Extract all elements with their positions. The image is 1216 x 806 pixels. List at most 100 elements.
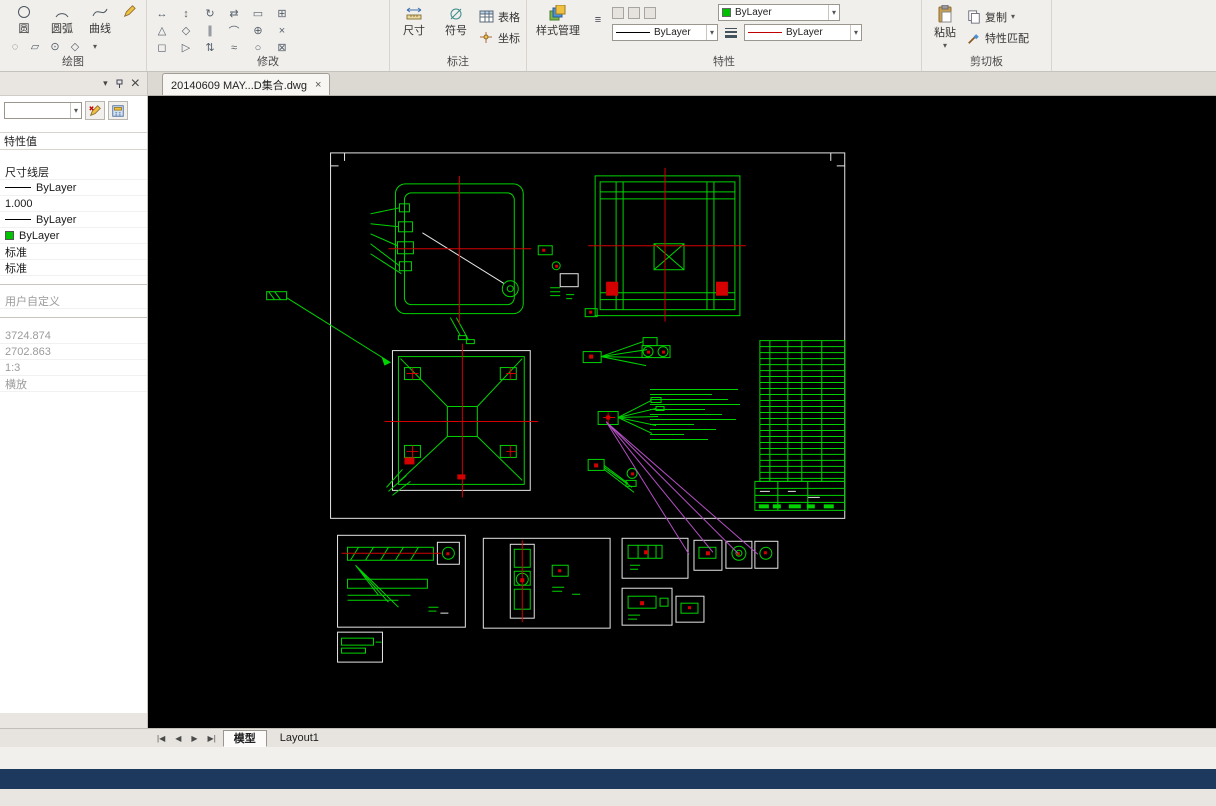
coordinate-label: 坐标 bbox=[498, 32, 520, 45]
modify-tool-icon: ∥ bbox=[207, 25, 213, 37]
property-row[interactable]: 用户自定义 bbox=[0, 293, 147, 309]
property-row[interactable]: ByLayer bbox=[0, 212, 147, 228]
coordinate-button[interactable]: 坐标 bbox=[479, 28, 520, 47]
property-value: 尺寸线层 bbox=[5, 166, 49, 179]
props-mini-icon[interactable] bbox=[644, 6, 656, 19]
property-row[interactable]: 标准 bbox=[0, 260, 147, 276]
modify-tool-button[interactable]: ↻ bbox=[200, 5, 220, 22]
modify-tool-button[interactable]: ↕ bbox=[176, 5, 196, 22]
draw-tool-icon: ⊙ bbox=[50, 41, 60, 53]
property-value: ByLayer bbox=[36, 213, 77, 226]
table-icon bbox=[479, 10, 494, 23]
chevron-down-icon[interactable]: ▾ bbox=[103, 78, 108, 89]
draw-tool-icon: ◌ bbox=[11, 40, 19, 53]
curve-button[interactable]: 曲线 bbox=[81, 2, 119, 36]
match-properties-icon bbox=[968, 33, 979, 44]
property-row[interactable]: 横放 bbox=[0, 376, 147, 392]
property-row[interactable]: 1.000 bbox=[0, 196, 147, 212]
palette-titlebar: ▾ × bbox=[0, 72, 147, 95]
arc-icon bbox=[55, 13, 69, 18]
modify-tool-button[interactable]: ◇ bbox=[176, 22, 196, 39]
calculator-icon bbox=[112, 104, 124, 117]
close-icon[interactable]: × bbox=[131, 75, 140, 93]
property-row[interactable]: 3724.874 bbox=[0, 328, 147, 344]
modify-tool-button[interactable]: ⌒ bbox=[224, 22, 244, 39]
quick-select-button[interactable] bbox=[85, 101, 105, 120]
last-tab-button[interactable]: ▶| bbox=[203, 734, 221, 743]
property-row[interactable]: 2702.863 bbox=[0, 344, 147, 360]
next-tab-button[interactable]: ▶ bbox=[186, 734, 202, 743]
style-manager-button[interactable]: 样式管理 bbox=[532, 2, 584, 38]
modify-tool-button[interactable]: ↔ bbox=[152, 5, 172, 22]
modify-panel-label: 修改 bbox=[257, 56, 279, 68]
modify-tool-icon: × bbox=[278, 24, 286, 37]
tab-layout1[interactable]: Layout1 bbox=[269, 730, 330, 747]
props-mini-icon[interactable] bbox=[612, 6, 624, 19]
pin-icon[interactable] bbox=[115, 79, 124, 89]
modify-tool-button[interactable]: × bbox=[272, 22, 292, 39]
copy-icon bbox=[968, 9, 980, 24]
color-swatch-icon bbox=[5, 231, 14, 240]
pencil-tool-button[interactable] bbox=[119, 2, 139, 19]
draw-tool-icon: ◇ bbox=[70, 41, 80, 53]
color-dropdown[interactable]: ByLayer ▾ bbox=[718, 4, 840, 21]
property-value: 3724.874 bbox=[5, 329, 51, 342]
coordinate-icon bbox=[480, 32, 492, 43]
property-row[interactable]: 尺寸线层 bbox=[0, 164, 147, 180]
circle-button[interactable]: 圆 bbox=[5, 2, 43, 36]
color-swatch-icon bbox=[722, 8, 731, 17]
props-mini-icon[interactable] bbox=[628, 6, 640, 19]
property-row[interactable]: ByLayer bbox=[0, 180, 147, 196]
document-tab[interactable]: 20140609 MAY...D集合.dwg × bbox=[162, 73, 331, 95]
property-value: 用户自定义 bbox=[5, 295, 60, 308]
circle-label: 圆 bbox=[18, 23, 30, 35]
arc-button[interactable]: 圆弧 bbox=[43, 2, 81, 36]
table-button[interactable]: 表格 bbox=[479, 7, 520, 26]
match-properties-button[interactable]: 特性匹配 bbox=[967, 28, 1029, 47]
symbol-label: 符号 bbox=[445, 25, 467, 37]
modify-tool-button[interactable]: ⊞ bbox=[272, 5, 292, 22]
property-value: 2702.863 bbox=[5, 345, 51, 358]
modify-tool-button[interactable]: ⊕ bbox=[248, 22, 268, 39]
modify-tool-button[interactable]: △ bbox=[152, 22, 172, 39]
styles-overflow-button[interactable]: ≡ bbox=[590, 12, 606, 28]
ribbon-panel-draw: 圆 圆弧 曲线 ◌ ▱ ⊙ ◇ ▾ 绘图 bbox=[0, 0, 147, 71]
paste-label: 粘贴 bbox=[934, 27, 956, 39]
linetype2-dropdown[interactable]: ByLayer ▾ bbox=[744, 24, 862, 41]
linetype-dropdown[interactable]: ByLayer ▾ bbox=[612, 24, 718, 41]
modify-tool-icon: ↔ bbox=[156, 7, 168, 20]
property-value: ByLayer bbox=[36, 181, 77, 194]
property-row[interactable]: ByLayer bbox=[0, 228, 147, 244]
command-bar[interactable] bbox=[0, 769, 1216, 789]
property-row[interactable]: 1:3 bbox=[0, 360, 147, 376]
table-label: 表格 bbox=[498, 11, 520, 24]
draw-panel-label: 绘图 bbox=[62, 56, 84, 68]
selection-dropdown[interactable]: ▾ bbox=[4, 102, 82, 119]
close-icon[interactable]: × bbox=[315, 79, 321, 91]
modify-tool-button[interactable]: ▭ bbox=[248, 5, 268, 22]
copy-button[interactable]: 复制 ▾ bbox=[967, 7, 1029, 26]
dimension-button[interactable]: 尺寸 bbox=[395, 2, 433, 47]
symbol-button[interactable]: 符号 bbox=[437, 2, 475, 47]
previous-tab-button[interactable]: ◀ bbox=[170, 734, 186, 743]
modify-tool-icon: ⌒ bbox=[228, 25, 240, 38]
calculator-button[interactable] bbox=[108, 101, 128, 120]
paste-button[interactable]: 粘贴 ▾ bbox=[927, 2, 963, 50]
lineweight-button[interactable] bbox=[722, 24, 740, 41]
tab-model[interactable]: 模型 bbox=[222, 729, 267, 747]
model-canvas[interactable] bbox=[148, 96, 1216, 728]
property-row[interactable]: 标准 bbox=[0, 244, 147, 260]
chevron-down-icon: ▾ bbox=[1011, 12, 1016, 21]
modify-tool-icon: ▭ bbox=[252, 8, 264, 20]
chevron-down-icon: ▾ bbox=[69, 103, 81, 118]
first-tab-button[interactable]: |◀ bbox=[152, 734, 170, 743]
symbol-icon bbox=[450, 8, 462, 20]
modify-tool-button[interactable]: ∥ bbox=[200, 22, 220, 39]
modify-tool-icon: ⊞ bbox=[277, 8, 287, 20]
document-tab-title: 20140609 MAY...D集合.dwg bbox=[171, 79, 307, 92]
chevron-down-icon: ▾ bbox=[942, 41, 947, 50]
modify-tool-icon: ⇄ bbox=[229, 8, 239, 20]
modify-tool-button[interactable]: ⇄ bbox=[224, 5, 244, 22]
overflow-icon: ≡ bbox=[594, 14, 602, 26]
cad-application-window: 圆 圆弧 曲线 ◌ ▱ ⊙ ◇ ▾ 绘图 ↔ ↕ ↻ ⇄ ▭ ⊞ △ ◇ ∥ ⌒… bbox=[0, 0, 1216, 806]
